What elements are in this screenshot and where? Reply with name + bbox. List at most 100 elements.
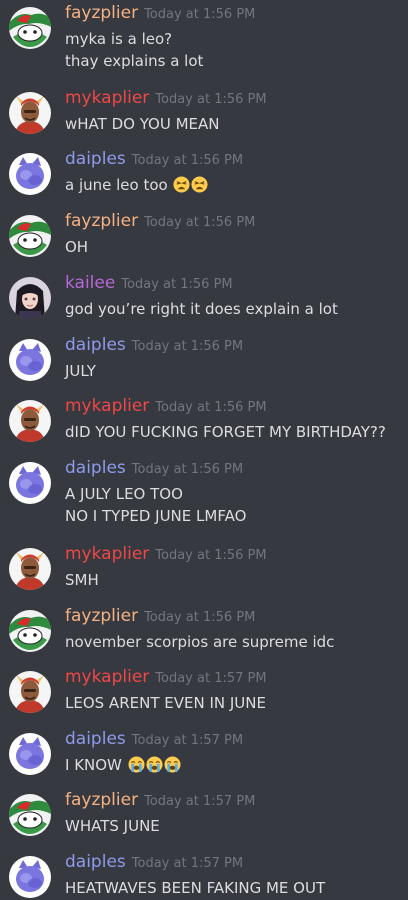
- message-text-content: A JULY LEO TOO: [65, 485, 183, 503]
- username[interactable]: daiples: [65, 458, 126, 478]
- loudly-crying-face-icon: [146, 756, 163, 773]
- message-timestamp: Today at 1:56 PM: [131, 462, 244, 477]
- username[interactable]: fayzplier: [65, 3, 138, 23]
- purple-cat-avatar-icon[interactable]: [9, 856, 51, 898]
- loudly-crying-face-icon: [164, 756, 181, 773]
- chat-message: fayzplier Today at 1:56 PM OH: [0, 208, 408, 269]
- message-author[interactable]: mykaplier Today at 1:56 PM: [65, 543, 267, 567]
- mouse-cap-avatar-icon[interactable]: [9, 7, 51, 49]
- message-author[interactable]: fayzplier Today at 1:56 PM: [65, 2, 255, 26]
- message-author[interactable]: daiples Today at 1:56 PM: [65, 148, 243, 172]
- purple-cat-avatar-icon[interactable]: [9, 153, 51, 195]
- message-text: god you’re right it does explain a lot: [65, 299, 338, 319]
- dark-hair-girl-avatar-icon[interactable]: [9, 277, 51, 319]
- purple-cat-avatar-icon[interactable]: [9, 733, 51, 775]
- message-timestamp: Today at 1:57 PM: [131, 856, 244, 871]
- message-text-content: WHATS JUNE: [65, 817, 160, 835]
- message-author[interactable]: mykaplier Today at 1:57 PM: [65, 666, 267, 690]
- username[interactable]: mykaplier: [65, 396, 149, 416]
- message-text-content: LEOS ARENT EVEN IN JUNE: [65, 694, 266, 712]
- username[interactable]: daiples: [65, 149, 126, 169]
- message-author[interactable]: fayzplier Today at 1:57 PM: [65, 789, 255, 813]
- message-text: SMH: [65, 570, 99, 590]
- message-text-content: I KNOW: [65, 756, 127, 774]
- message-text-content: OH: [65, 238, 89, 256]
- message-text: LEOS ARENT EVEN IN JUNE: [65, 693, 266, 713]
- username[interactable]: daiples: [65, 729, 126, 749]
- message-text-content: wHAT DO YOU MEAN: [65, 115, 220, 133]
- message-author[interactable]: mykaplier Today at 1:56 PM: [65, 395, 267, 419]
- horned-man-avatar-icon[interactable]: [9, 92, 51, 134]
- message-timestamp: Today at 1:56 PM: [121, 277, 233, 292]
- chat-message: mykaplier Today at 1:56 PM dID YOU FUCKING…: [0, 393, 408, 454]
- loudly-crying-face-icon: [128, 756, 145, 773]
- message-text: JULY: [65, 361, 96, 381]
- message-text: myka is a leo?: [65, 29, 172, 49]
- chat-message: mykaplier Today at 1:56 PM wHAT DO YOU MEA…: [0, 85, 408, 146]
- message-timestamp: Today at 1:56 PM: [155, 548, 267, 563]
- mouse-cap-avatar-icon[interactable]: [9, 215, 51, 257]
- message-text: november scorpios are supreme idc: [65, 632, 334, 652]
- message-author[interactable]: mykaplier Today at 1:56 PM: [65, 87, 267, 111]
- message-author[interactable]: daiples Today at 1:57 PM: [65, 728, 243, 752]
- message-text: dID YOU FUCKING FORGET MY BIRTHDAY??: [65, 422, 386, 442]
- message-feed: fayzplier Today at 1:56 PM myka is a leo? t…: [0, 0, 408, 900]
- message-author[interactable]: fayzplier Today at 1:56 PM: [65, 210, 255, 234]
- purple-cat-avatar-icon[interactable]: [9, 462, 51, 504]
- message-text: A JULY LEO TOO: [65, 484, 183, 504]
- mouse-cap-avatar-icon[interactable]: [9, 794, 51, 836]
- message-text-content: NO I TYPED JUNE LMFAO: [65, 507, 247, 525]
- chat-message: daiples Today at 1:56 PM a june leo too: [0, 146, 408, 207]
- message-text-content: HEATWAVES BEEN FAKING ME OUT: [65, 879, 326, 897]
- message-text: a june leo too: [65, 175, 209, 195]
- chat-message: daiples Today at 1:57 PM I KNOW: [0, 726, 408, 787]
- chat-message: mykaplier Today at 1:56 PM SMH: [0, 541, 408, 602]
- username[interactable]: kailee: [65, 273, 115, 293]
- username[interactable]: daiples: [65, 335, 126, 355]
- chat-message: fayzplier Today at 1:56 PM myka is a leo? t…: [0, 0, 408, 83]
- message-text-content: november scorpios are supreme idc: [65, 633, 335, 651]
- message-timestamp: Today at 1:56 PM: [155, 92, 267, 107]
- message-text: wHAT DO YOU MEAN: [65, 114, 220, 134]
- message-timestamp: Today at 1:56 PM: [144, 7, 256, 22]
- horned-man-avatar-icon[interactable]: [9, 548, 51, 590]
- chat-message: daiples Today at 1:56 PM A JULY LEO TOO NO …: [0, 455, 408, 538]
- chat-message: kailee Today at 1:56 PM god you’re right i…: [0, 270, 408, 331]
- message-author[interactable]: fayzplier Today at 1:56 PM: [65, 605, 255, 629]
- message-text: NO I TYPED JUNE LMFAO: [65, 506, 246, 526]
- message-text-content: a june leo too: [65, 176, 173, 194]
- message-timestamp: Today at 1:56 PM: [155, 400, 267, 415]
- chat-message: fayzplier Today at 1:57 PM WHATS JUNE: [0, 787, 408, 848]
- message-author[interactable]: kailee Today at 1:56 PM: [65, 272, 233, 296]
- horned-man-avatar-icon[interactable]: [9, 400, 51, 442]
- username[interactable]: mykaplier: [65, 544, 149, 564]
- username[interactable]: mykaplier: [65, 667, 149, 687]
- message-author[interactable]: daiples Today at 1:56 PM: [65, 457, 243, 481]
- chat-message: daiples Today at 1:56 PM JULY: [0, 332, 408, 393]
- chat-message: daiples Today at 1:57 PM HEATWAVES BEEN FA…: [0, 849, 408, 900]
- purple-cat-avatar-icon[interactable]: [9, 339, 51, 381]
- message-text: thay explains a lot: [65, 51, 203, 71]
- message-text: OH: [65, 237, 88, 257]
- tired-face-icon: [191, 176, 209, 193]
- message-author[interactable]: daiples Today at 1:57 PM: [65, 851, 243, 875]
- chat-message: mykaplier Today at 1:57 PM LEOS ARENT EVEN…: [0, 664, 408, 725]
- message-text: HEATWAVES BEEN FAKING ME OUT: [65, 878, 325, 898]
- message-timestamp: Today at 1:57 PM: [155, 671, 267, 686]
- username[interactable]: fayzplier: [65, 790, 138, 810]
- username[interactable]: mykaplier: [65, 88, 149, 108]
- chat-message: fayzplier Today at 1:56 PM november scorpi…: [0, 603, 408, 664]
- username[interactable]: fayzplier: [65, 211, 138, 231]
- horned-man-avatar-icon[interactable]: [9, 671, 51, 713]
- message-text-content: SMH: [65, 571, 99, 589]
- message-text-content: myka is a leo?: [65, 30, 173, 48]
- message-author[interactable]: daiples Today at 1:56 PM: [65, 334, 243, 358]
- message-text-content: thay explains a lot: [65, 52, 204, 70]
- tired-face-icon: [173, 176, 191, 193]
- username[interactable]: fayzplier: [65, 606, 138, 626]
- message-timestamp: Today at 1:57 PM: [131, 733, 244, 748]
- mouse-cap-avatar-icon[interactable]: [9, 610, 51, 652]
- message-timestamp: Today at 1:56 PM: [131, 339, 244, 354]
- message-text: I KNOW: [65, 755, 181, 775]
- username[interactable]: daiples: [65, 852, 126, 872]
